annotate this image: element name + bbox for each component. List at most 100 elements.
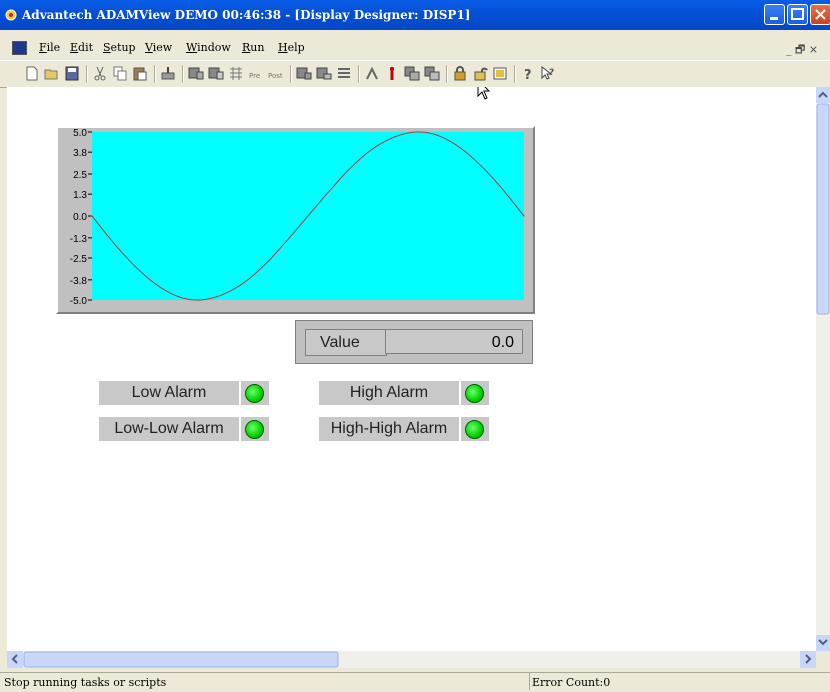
toolbar-separator [154, 65, 156, 83]
value-label: Value [305, 329, 387, 356]
minimize-icon [770, 17, 778, 20]
menu-file[interactable]: File [39, 41, 60, 54]
y-tick-label: -3.8 [70, 276, 88, 287]
window-title: Advantech ADAMView DEMO 00:46:38 - [Disp… [22, 8, 471, 22]
data-point [221, 294, 223, 296]
title-bar: Advantech ADAMView DEMO 00:46:38 - [Disp… [0, 0, 830, 30]
low-alarm-label: Low Alarm [99, 381, 239, 405]
data-point [91, 215, 93, 217]
data-point [415, 131, 417, 133]
data-point [437, 134, 439, 136]
cut-icon[interactable] [92, 66, 108, 81]
data-point [177, 296, 179, 298]
step-icon[interactable] [364, 66, 380, 81]
mouse-cursor-icon [477, 87, 491, 100]
mdi-controls[interactable]: _ 🗗 × [786, 41, 818, 60]
menu-run[interactable]: Run [242, 41, 264, 54]
window-icon[interactable] [492, 66, 508, 81]
display-designer-icon[interactable] [208, 66, 224, 81]
menu-bar: File Edit Setup View Window Run Help _ 🗗… [0, 30, 830, 60]
y-tick-label: 2.5 [73, 170, 87, 181]
high-alarm-indicator[interactable] [461, 381, 489, 405]
menu-help[interactable]: Help [278, 41, 305, 54]
data-point [393, 136, 395, 138]
status-message: Stop running tasks or scripts [4, 676, 167, 689]
led-icon [245, 420, 264, 439]
horizontal-scrollbar-svg [7, 651, 816, 668]
run-task-icon[interactable] [316, 66, 332, 81]
trend-chart[interactable]: 5.0 3.8 2.5 1.3 0.0 -1.3 -2.5 -3.8 -5.0 [56, 126, 535, 314]
menu-window[interactable]: Window [186, 41, 231, 54]
menu-edit[interactable]: Edit [70, 41, 93, 54]
status-bar: Stop running tasks or scripts Error Coun… [0, 672, 830, 692]
high-alarm-label: High Alarm [319, 381, 459, 405]
trend-chart-svg: 5.0 3.8 2.5 1.3 0.0 -1.3 -2.5 -3.8 -5.0 [70, 128, 525, 307]
help-icon[interactable]: ? [520, 66, 536, 81]
unlock-icon[interactable] [472, 66, 488, 81]
new-icon[interactable] [24, 66, 40, 81]
minimize-button[interactable] [764, 4, 785, 25]
stop-icon[interactable] [384, 66, 400, 81]
app-icon [5, 9, 17, 21]
led-icon [245, 384, 264, 403]
value-readout: 0.0 [385, 329, 523, 354]
run-display-icon[interactable] [296, 66, 312, 81]
maximize-icon [791, 8, 804, 20]
toolbar-separator [86, 65, 88, 83]
close-icon [815, 9, 826, 20]
data-point [372, 148, 374, 150]
open-icon[interactable] [44, 66, 60, 81]
toolbar-separator [358, 65, 360, 83]
led-icon [465, 420, 484, 439]
close-button[interactable] [810, 4, 830, 25]
data-point [307, 215, 309, 217]
toolbar-separator [446, 65, 448, 83]
toolbar: Pre Post ? ? [0, 60, 830, 88]
document-icon[interactable] [12, 41, 27, 55]
data-point [242, 282, 244, 284]
error-count: Error Count:0 [532, 676, 611, 689]
low-low-alarm-indicator[interactable] [241, 417, 269, 441]
tool-b-icon[interactable] [424, 66, 440, 81]
data-point [134, 265, 136, 267]
data-point [113, 242, 115, 244]
paste-icon[interactable] [132, 66, 148, 81]
y-tick-label: -5.0 [70, 296, 88, 307]
save-icon[interactable] [64, 66, 80, 81]
y-tick-label: 1.3 [73, 190, 87, 201]
data-point [480, 165, 482, 167]
data-point [156, 284, 158, 286]
run-all-icon[interactable] [336, 66, 352, 81]
pre-icon[interactable]: Pre [248, 66, 264, 81]
grid-icon[interactable] [228, 66, 244, 81]
post-icon[interactable]: Post [268, 66, 284, 81]
maximize-button[interactable] [787, 4, 808, 25]
low-alarm-indicator[interactable] [241, 381, 269, 405]
led-icon [465, 384, 484, 403]
tool-a-icon[interactable] [404, 66, 420, 81]
toolbar-separator [182, 65, 184, 83]
svg-text:?: ? [549, 68, 554, 78]
menu-view[interactable]: View [145, 41, 172, 54]
vertical-scrollbar-svg [816, 87, 830, 651]
display-canvas[interactable]: 5.0 3.8 2.5 1.3 0.0 -1.3 -2.5 -3.8 -5.0 Value 0.… [7, 87, 816, 651]
task-icon[interactable] [160, 66, 176, 81]
svg-text:Pre: Pre [249, 72, 260, 80]
data-point [264, 264, 266, 266]
copy-icon[interactable] [112, 66, 128, 81]
svg-text:?: ? [524, 68, 532, 81]
lock-icon[interactable] [452, 66, 468, 81]
menu-setup[interactable]: Setup [103, 41, 136, 54]
horizontal-scrollbar[interactable] [7, 651, 816, 668]
data-point [285, 240, 287, 242]
y-tick-label: 3.8 [73, 148, 87, 159]
value-display[interactable]: Value 0.0 [295, 320, 533, 364]
display-icon[interactable] [188, 66, 204, 81]
low-low-alarm-label: Low-Low Alarm [99, 417, 239, 441]
toolbar-separator [514, 65, 516, 83]
context-help-icon[interactable]: ? [540, 66, 556, 81]
y-tick-label: 5.0 [73, 128, 87, 139]
high-high-alarm-indicator[interactable] [461, 417, 489, 441]
data-point [458, 146, 460, 148]
vertical-scrollbar[interactable] [816, 87, 830, 651]
